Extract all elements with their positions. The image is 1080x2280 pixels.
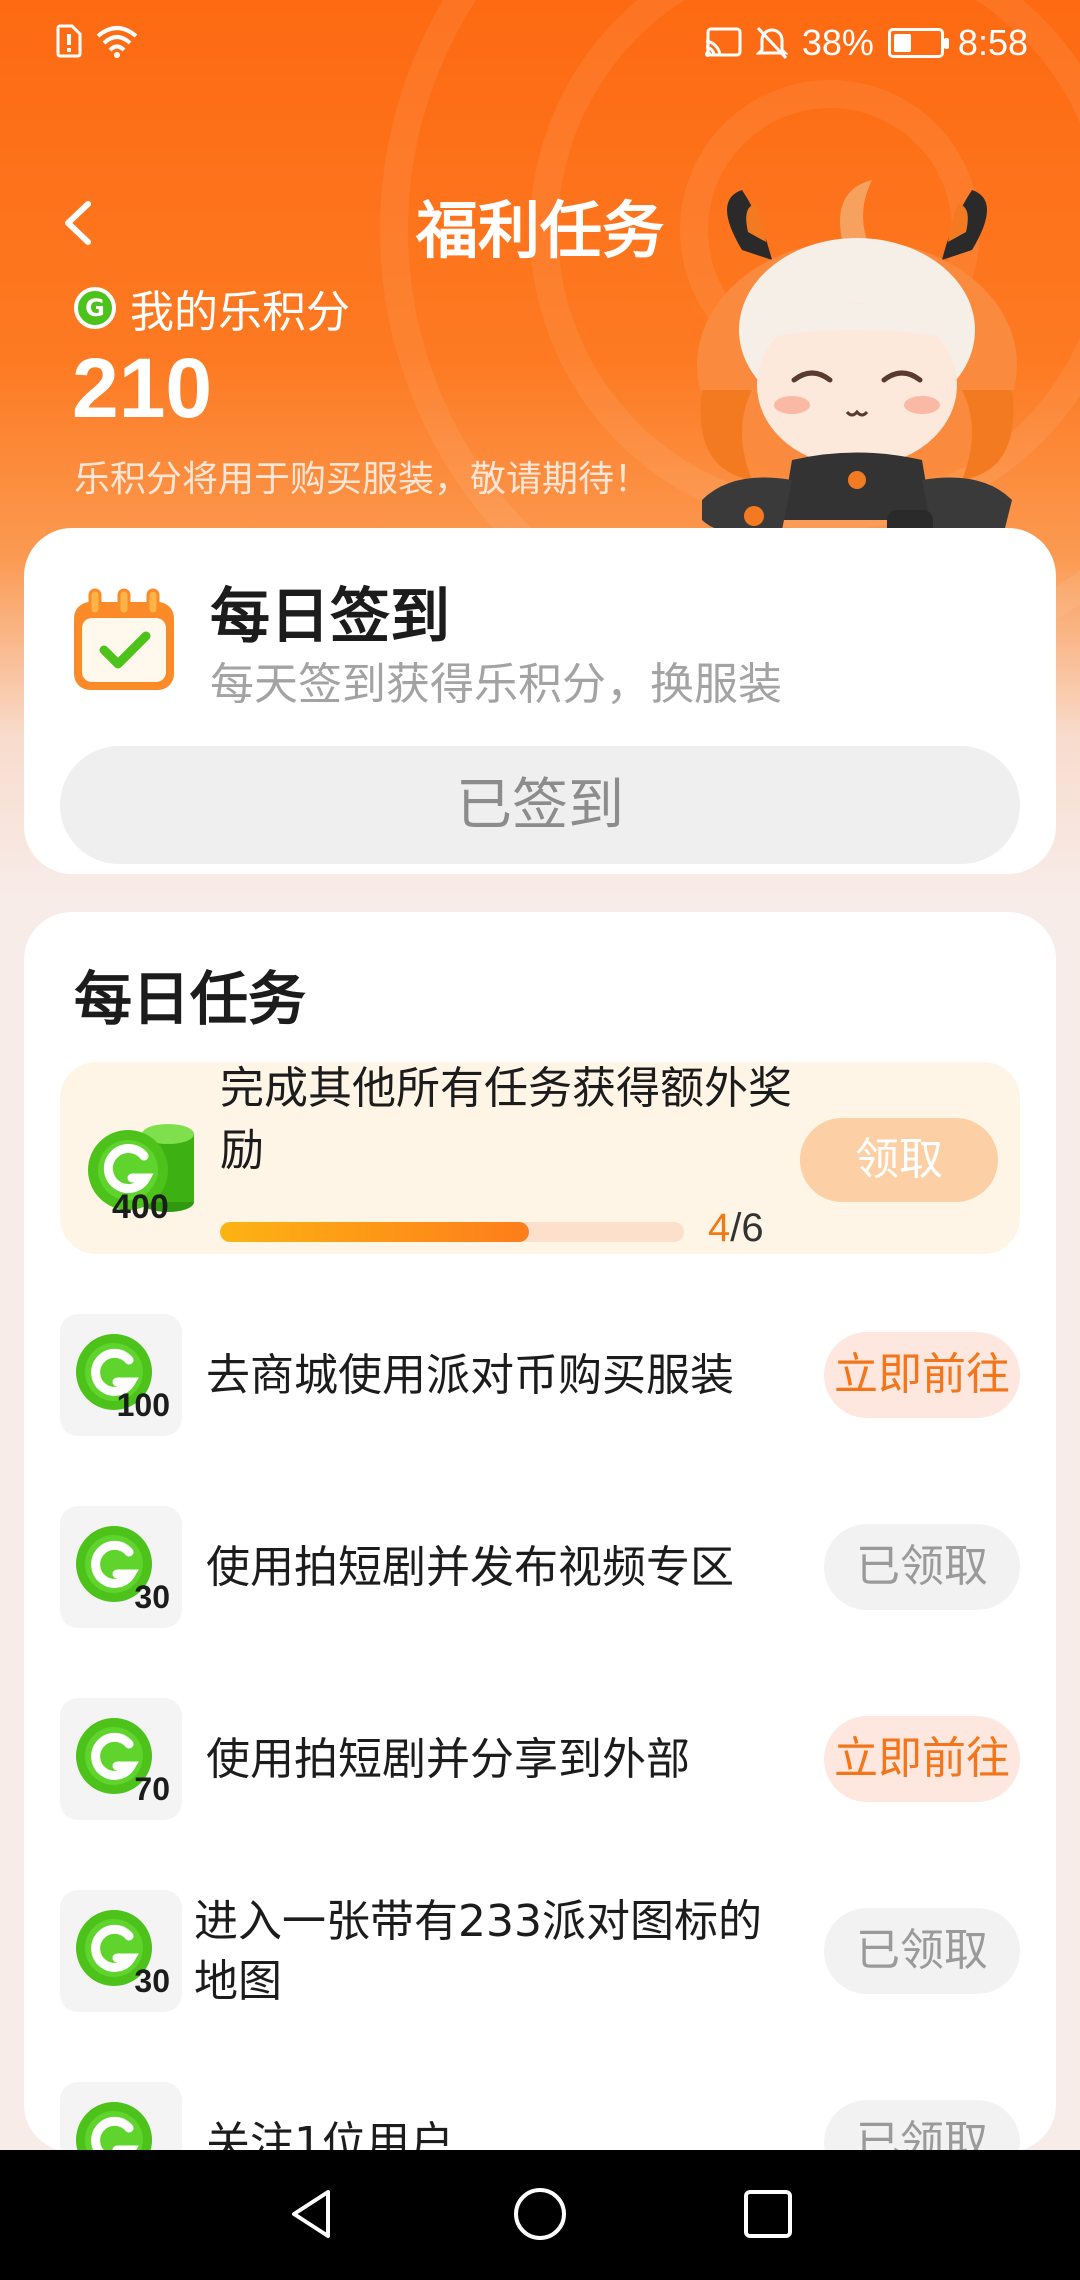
claimed-button[interactable]: 已领取 xyxy=(824,2100,1020,2152)
checkin-title: 每日签到 xyxy=(210,582,450,652)
checked-in-button[interactable]: 已签到 xyxy=(60,746,1020,864)
go-now-button[interactable]: 立即前往 xyxy=(824,1332,1020,1418)
bonus-task: 400 完成其他所有任务获得额外奖励 4/6 领取 xyxy=(60,1062,1020,1254)
bonus-separator: / xyxy=(730,1206,742,1250)
battery-percent: 38% xyxy=(801,22,874,63)
bonus-progress-count: 4/6 xyxy=(708,1206,764,1251)
reward-coin-icon: 30 xyxy=(60,1890,182,2012)
tasks-title: 每日任务 xyxy=(74,965,307,1033)
bonus-total: 6 xyxy=(741,1206,764,1250)
points-value: 210 xyxy=(72,341,213,435)
bonus-progress-bar xyxy=(220,1222,684,1242)
task-row: 30 进入一张带有233派对图标的地图 已领取 xyxy=(60,1890,1020,2014)
reward-coin-icon: 70 xyxy=(60,1698,182,1820)
task-reward-amount: 30 xyxy=(134,1579,170,1615)
bonus-progress-fill xyxy=(220,1222,530,1242)
bonus-text: 完成其他所有任务获得额外奖励 xyxy=(220,1063,792,1176)
nav-recents-icon[interactable] xyxy=(738,2184,798,2244)
status-bar: 38% 8:58 xyxy=(0,0,1080,92)
battery-icon xyxy=(887,28,949,58)
wifi-icon xyxy=(96,26,138,58)
bonus-current: 4 xyxy=(708,1206,731,1250)
task-text: 去商城使用派对币购买服装 xyxy=(206,1350,734,1401)
claimed-button[interactable]: 已领取 xyxy=(824,1524,1020,1610)
sim-alert-icon xyxy=(56,24,82,58)
task-reward-amount: 30 xyxy=(134,1963,170,1999)
reward-coin-icon xyxy=(60,2082,182,2152)
nav-home-icon[interactable] xyxy=(510,2184,570,2244)
calendar-check-icon xyxy=(74,588,174,690)
coin-stack-icon: 400 xyxy=(88,1124,194,1222)
go-now-button[interactable]: 立即前往 xyxy=(824,1716,1020,1802)
points-label: 我的乐积分 xyxy=(74,276,350,340)
claimed-button[interactable]: 已领取 xyxy=(824,1908,1020,1994)
points-note: 乐积分将用于购买服装，敬请期待！ xyxy=(74,459,651,500)
task-text: 进入一张带有233派对图标的地图 xyxy=(194,1896,762,2007)
task-reward-amount: 100 xyxy=(116,1387,170,1423)
daily-tasks-card: 每日任务 400 完成其他所有任务获得额外奖励 4/6 领取 100 去商城使用派… xyxy=(24,912,1056,2152)
task-text: 使用拍短剧并发布视频专区 xyxy=(206,1542,734,1593)
bonus-reward-amount: 400 xyxy=(112,1188,169,1222)
system-nav-bar xyxy=(0,2150,1080,2280)
task-row: 70 使用拍短剧并分享到外部 立即前往 xyxy=(60,1698,1020,1822)
checkin-subtitle: 每天签到获得乐积分，换服装 xyxy=(210,659,782,710)
task-text: 使用拍短剧并分享到外部 xyxy=(206,1734,690,1785)
cast-icon xyxy=(704,27,742,57)
nav-back-icon[interactable] xyxy=(282,2184,342,2244)
task-text: 关注1位用户 xyxy=(206,2118,454,2152)
reward-coin-icon: 100 xyxy=(60,1314,182,1436)
task-row: 100 去商城使用派对币购买服装 立即前往 xyxy=(60,1314,1020,1438)
claim-bonus-button[interactable]: 领取 xyxy=(800,1118,998,1202)
clock: 8:58 xyxy=(957,22,1028,63)
task-row: 30 使用拍短剧并发布视频专区 已领取 xyxy=(60,1506,1020,1630)
mute-bell-icon xyxy=(755,26,788,60)
task-reward-amount: 70 xyxy=(134,1771,170,1807)
points-coin-icon xyxy=(74,287,116,329)
points-label-text: 我的乐积分 xyxy=(130,287,350,338)
daily-checkin-card: 每日签到 每天签到获得乐积分，换服装 已签到 xyxy=(24,528,1056,874)
task-row: 关注1位用户 已领取 xyxy=(60,2082,1020,2152)
mascot-character-icon xyxy=(697,180,1017,560)
reward-coin-icon: 30 xyxy=(60,1506,182,1628)
